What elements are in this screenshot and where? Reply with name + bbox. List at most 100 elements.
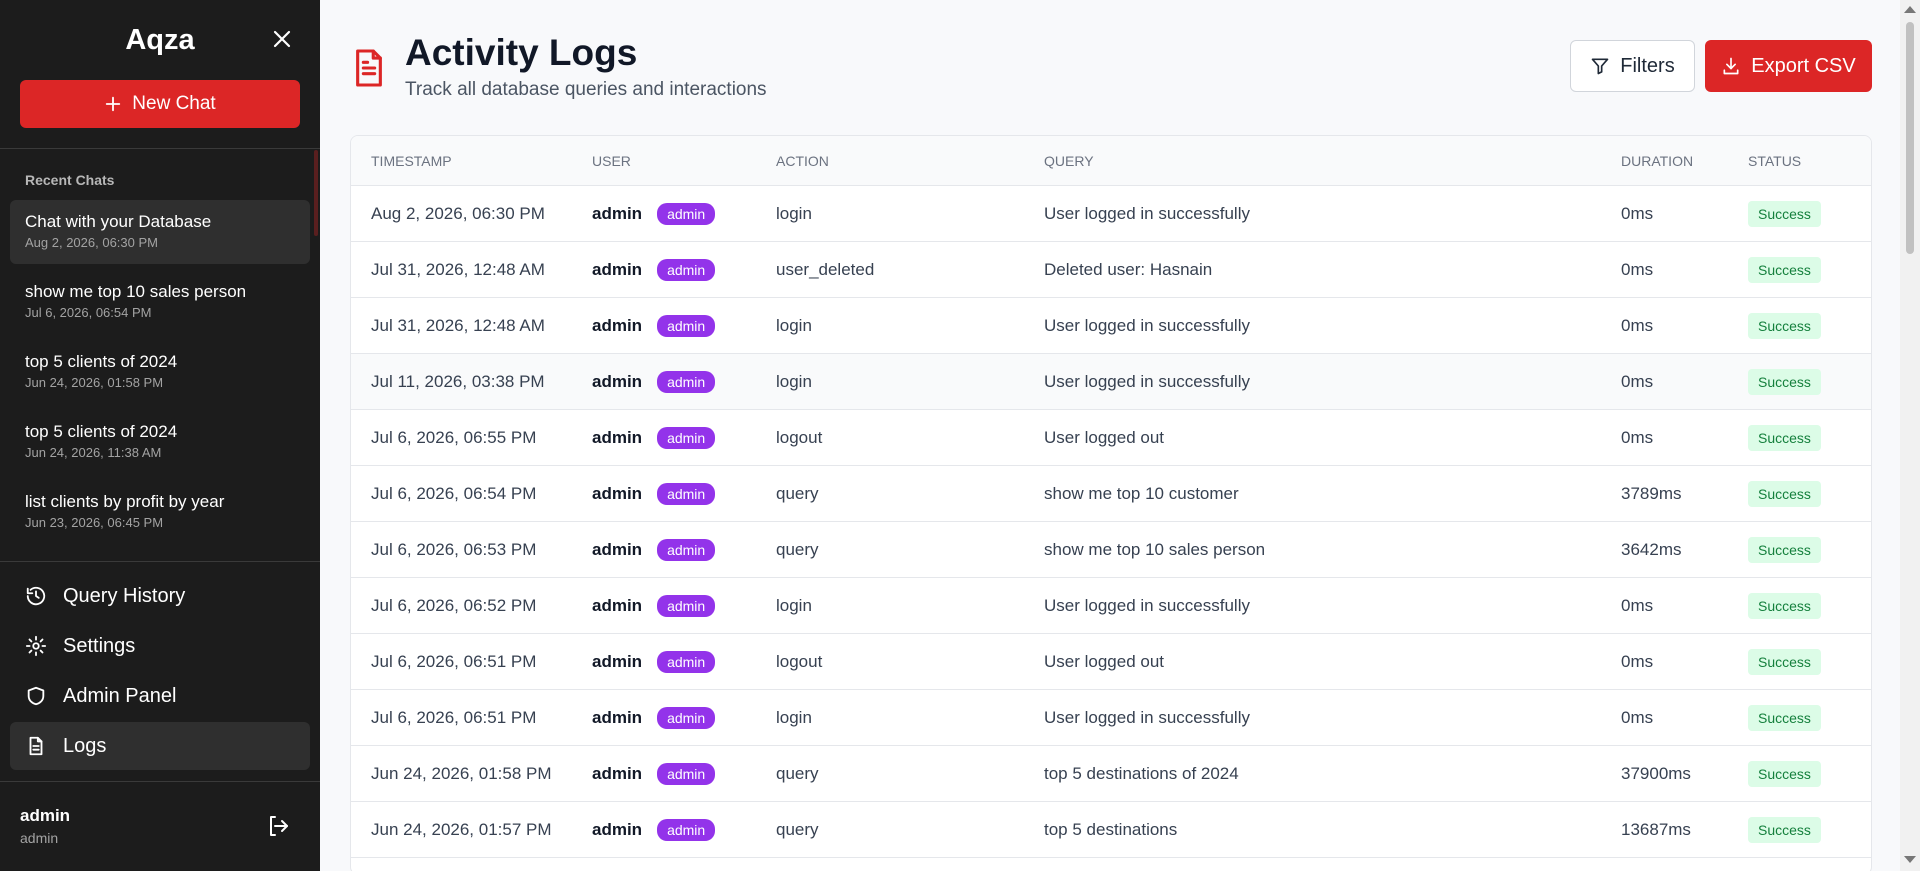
cell-action: query [776, 763, 819, 783]
column-header-query[interactable]: QUERY [1044, 153, 1621, 169]
chat-title: top 5 clients of 2024 [25, 352, 178, 371]
page-scrollbar[interactable] [1900, 0, 1920, 871]
logout-button[interactable] [266, 814, 292, 840]
table-row[interactable]: Jul 6, 2026, 06:55 PM admin admin logout Use… [351, 410, 1871, 466]
table-row[interactable]: Jul 6, 2026, 06:52 PM admin admin login User… [351, 578, 1871, 634]
table-row[interactable]: Jun 24, 2026, 01:58 PM admin admin query top… [351, 746, 1871, 802]
table-row[interactable]: Jul 31, 2026, 12:48 AM admin admin user_del… [351, 242, 1871, 298]
table-row[interactable]: Jul 6, 2026, 06:54 PM admin admin query show… [351, 466, 1871, 522]
document-icon [29, 736, 43, 756]
download-icon [1723, 57, 1739, 75]
user-name: admin [20, 806, 71, 825]
role-badge: admin [657, 762, 716, 785]
cell-action: login [776, 595, 812, 615]
column-header-status[interactable]: STATUS [1748, 153, 1848, 169]
chat-title: top 5 clients of 2024 [25, 422, 178, 441]
new-chat-button[interactable]: New Chat [20, 80, 300, 128]
cell-status: Success [1748, 312, 1848, 339]
role-badge: admin [657, 202, 716, 225]
user-name: admin [592, 539, 643, 559]
cell-timestamp: Jul 31, 2026, 12:48 AM [371, 315, 545, 335]
column-header-action[interactable]: ACTION [776, 153, 1044, 169]
export-csv-button[interactable]: Export CSV [1705, 40, 1872, 92]
cell-action: query [776, 819, 819, 839]
table-row[interactable]: Jul 11, 2026, 03:38 PM admin admin login Use… [351, 354, 1871, 410]
cell-status: Success [1748, 648, 1848, 675]
cell-action: login [776, 315, 812, 335]
cell-timestamp: Jul 6, 2026, 06:51 PM [371, 651, 537, 671]
cell-timestamp: Jul 31, 2026, 12:48 AM [371, 259, 545, 279]
scroll-up-arrow[interactable] [1904, 6, 1916, 13]
chat-item[interactable]: top 5 clients of 2024 Jun 24, 2026, 11:3… [10, 410, 310, 474]
status-badge: Success [1748, 648, 1821, 675]
cell-timestamp: Jul 6, 2026, 06:52 PM [371, 595, 537, 615]
column-header-user[interactable]: USER [592, 153, 776, 169]
chat-item[interactable]: show me top 10 sales person Jul 6, 2026,… [10, 270, 310, 334]
cell-status: Success [1748, 816, 1848, 843]
cell-user: admin admin [592, 202, 776, 225]
sidebar-item-logs[interactable]: Logs [10, 722, 310, 770]
status-badge: Success [1748, 312, 1821, 339]
user-name: admin [592, 203, 643, 223]
column-header-timestamp[interactable]: TIMESTAMP [351, 153, 592, 169]
table-row[interactable]: Jun 24, 2026, 01:57 PM admin admin query top… [351, 802, 1871, 858]
activity-logs-table: TIMESTAMP USER ACTION QUERY DURATION STA… [350, 135, 1872, 871]
close-sidebar-button[interactable] [270, 27, 294, 51]
plus-icon [106, 96, 121, 112]
chat-title: show me top 10 sales person [25, 282, 247, 301]
cell-user: admin admin [592, 538, 776, 561]
role-badge: admin [657, 314, 716, 337]
table-row[interactable]: Jul 6, 2026, 06:51 PM admin admin logout Use… [351, 634, 1871, 690]
user-name: admin [592, 259, 643, 279]
gear-icon [25, 635, 47, 657]
column-header-duration[interactable]: DURATION [1621, 153, 1748, 169]
close-icon [273, 30, 291, 48]
cell-duration: 0ms [1621, 203, 1654, 223]
cell-user: admin admin [592, 482, 776, 505]
cell-user: admin admin [592, 650, 776, 673]
table-row[interactable]: Jul 6, 2026, 06:53 PM admin admin query show… [351, 522, 1871, 578]
sidebar-nav: Query History Settings Admin Panel Logs [10, 572, 310, 772]
scroll-down-arrow[interactable] [1904, 856, 1916, 863]
chat-date: Aug 2, 2026, 06:30 PM [25, 235, 158, 250]
sidebar-item-settings[interactable]: Settings [10, 622, 310, 670]
cell-query: User logged in successfully [1044, 595, 1250, 615]
chat-item[interactable]: top 5 clients of 2024 Jun 24, 2026, 01:5… [10, 340, 310, 404]
table-row[interactable]: Jul 31, 2026, 12:48 AM admin admin login Use… [351, 298, 1871, 354]
scrollbar-thumb[interactable] [1906, 22, 1914, 254]
cell-user: admin admin [592, 762, 776, 785]
status-badge: Success [1748, 816, 1821, 843]
cell-timestamp: Jul 6, 2026, 06:55 PM [371, 427, 537, 447]
chat-list-scrollbar[interactable] [314, 150, 318, 236]
cell-duration: 3642ms [1621, 539, 1682, 559]
table-row[interactable]: Jul 6, 2026, 06:51 PM admin admin login User… [351, 690, 1871, 746]
cell-query: User logged in successfully [1044, 707, 1250, 727]
filter-icon [1591, 58, 1609, 75]
sidebar-item-admin-panel[interactable]: Admin Panel [10, 672, 310, 720]
cell-action: logout [776, 427, 823, 447]
user-profile: admin admin [20, 806, 70, 846]
status-badge: Success [1748, 424, 1821, 451]
sidebar-item-label: Logs [63, 734, 107, 757]
cell-query: top 5 destinations of 2024 [1044, 763, 1239, 783]
role-badge: admin [657, 370, 716, 393]
table-row[interactable]: Aug 2, 2026, 06:30 PM admin admin login User… [351, 186, 1871, 242]
cell-duration: 13687ms [1621, 819, 1691, 839]
page-subtitle: Track all database queries and interacti… [405, 79, 767, 100]
export-csv-label: Export CSV [1751, 54, 1856, 77]
user-name: admin [592, 763, 643, 783]
cell-status: Success [1748, 704, 1848, 731]
filters-button[interactable]: Filters [1570, 40, 1695, 92]
sidebar-item-query-history[interactable]: Query History [10, 572, 310, 620]
divider [0, 781, 320, 782]
status-badge: Success [1748, 480, 1821, 507]
chat-item[interactable]: list clients by profit by year Jun 23, 2… [10, 480, 310, 544]
cell-action: login [776, 707, 812, 727]
cell-query: User logged in successfully [1044, 371, 1250, 391]
cell-timestamp: Jul 11, 2026, 03:38 PM [371, 371, 545, 391]
chat-item[interactable]: Chat with your Database Aug 2, 2026, 06:… [10, 200, 310, 264]
cell-status: Success [1748, 256, 1848, 283]
cell-duration: 3789ms [1621, 483, 1682, 503]
status-badge: Success [1748, 704, 1821, 731]
cell-status: Success [1748, 592, 1848, 619]
